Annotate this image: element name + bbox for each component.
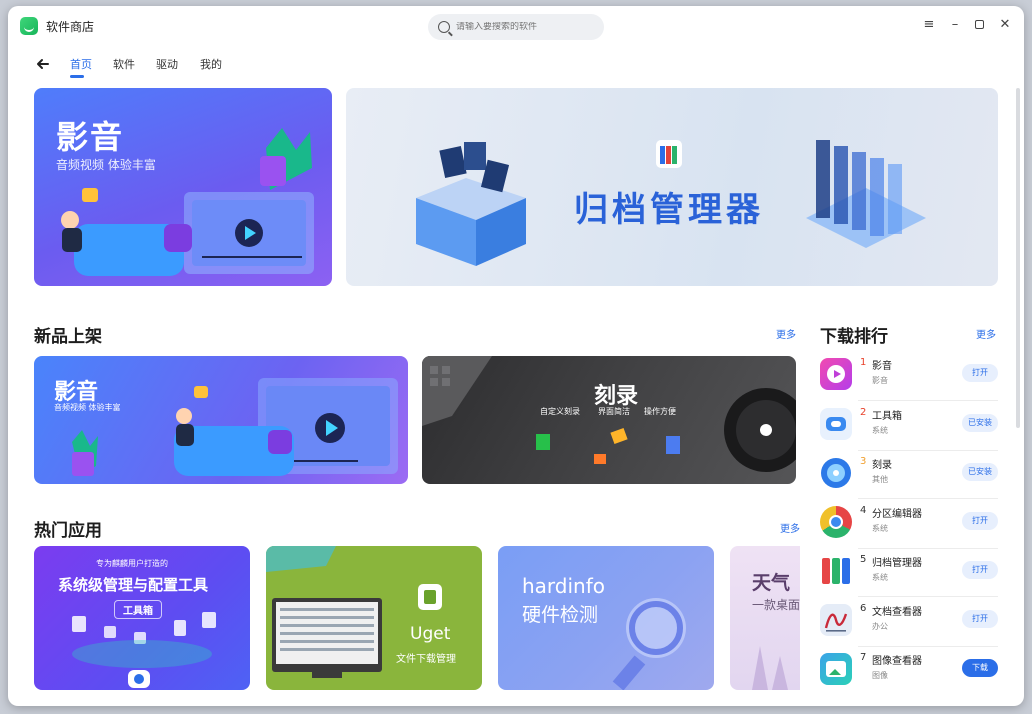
tab-mine[interactable]: 我的 <box>200 56 222 72</box>
ranking-app-category: 系统 <box>872 426 888 435</box>
title-bar: 软件商店 ≡ – ✕ <box>8 6 1024 46</box>
ranking-item[interactable]: 2 工具箱 系统 已安装 <box>820 404 1000 450</box>
search-box[interactable] <box>428 14 604 40</box>
hot-apps-more-link[interactable]: 更多 <box>780 520 800 535</box>
ranking-app-category: 办公 <box>872 622 888 631</box>
hot-card-hardinfo[interactable]: hardinfo 硬件检测 <box>498 546 714 690</box>
ranking-title: 下载排行 <box>820 327 888 347</box>
disc-burner-icon <box>820 457 852 489</box>
hot-apps-title: 热门应用 <box>34 521 102 541</box>
banner-archive-manager[interactable]: 归档管理器 <box>346 88 998 286</box>
installed-button[interactable]: 已安装 <box>962 463 998 481</box>
open-button[interactable]: 打开 <box>962 512 998 530</box>
ranking-item[interactable]: 1 影音 影音 打开 <box>820 354 1000 400</box>
media-player-icon <box>820 358 852 390</box>
divider <box>858 450 998 451</box>
divider <box>858 646 998 647</box>
new-card-burner-illustration <box>422 356 796 472</box>
ranking-item[interactable]: 6 文档查看器 办公 打开 <box>820 600 1000 646</box>
menu-icon[interactable]: ≡ <box>920 16 938 34</box>
banner-archive-title: 归档管理器 <box>574 190 764 230</box>
ranking-app-name: 归档管理器 <box>872 558 922 569</box>
download-button[interactable]: 下载 <box>962 659 998 677</box>
new-card-media[interactable]: 影音 音频视频 体验丰富 <box>34 356 408 484</box>
image-viewer-icon <box>820 653 852 685</box>
banner-media[interactable]: 影音 音频视频 体验丰富 <box>34 88 332 286</box>
ranking-number: 1 <box>860 357 867 368</box>
new-card-media-illustration <box>72 378 398 476</box>
weather-illustration <box>752 646 788 690</box>
hot-card-uget[interactable]: Uget 文件下载管理 <box>266 546 482 690</box>
maximize-icon[interactable] <box>970 16 988 34</box>
ranking-app-category: 其他 <box>872 475 888 484</box>
app-window: 软件商店 ≡ – ✕ 首页 软件 驱动 我的 影音 音频视频 体验丰富 <box>8 6 1024 706</box>
back-arrow-icon[interactable] <box>36 57 50 71</box>
archive-manager-icon <box>820 555 852 587</box>
ranking-app-category: 影音 <box>872 376 888 385</box>
ranking-item[interactable]: 5 归档管理器 系统 打开 <box>820 551 1000 597</box>
ranking-number: 3 <box>860 456 867 467</box>
active-tab-indicator <box>70 75 84 78</box>
open-button[interactable]: 打开 <box>962 561 998 579</box>
search-icon <box>438 21 450 33</box>
search-input[interactable] <box>456 22 596 32</box>
divider <box>858 498 998 499</box>
hot-card-weather[interactable]: 天气 一款桌面 <box>730 546 800 690</box>
open-button[interactable]: 打开 <box>962 364 998 382</box>
ranking-app-category: 系统 <box>872 573 888 582</box>
ranking-item[interactable]: 7 图像查看器 图像 下载 <box>820 649 1000 695</box>
installed-button[interactable]: 已安装 <box>962 414 998 432</box>
ranking-item[interactable]: 4 分区编辑器 系统 打开 <box>820 502 1000 548</box>
ranking-number: 7 <box>860 652 867 663</box>
ranking-item[interactable]: 3 刻录 其他 已安装 <box>820 453 1000 499</box>
ranking-app-name: 影音 <box>872 361 892 372</box>
partition-editor-icon <box>820 506 852 538</box>
ranking-app-category: 图像 <box>872 671 888 680</box>
ranking-number: 4 <box>860 505 867 516</box>
ranking-number: 2 <box>860 407 867 418</box>
tab-home[interactable]: 首页 <box>70 56 92 72</box>
ranking-number: 6 <box>860 603 867 614</box>
hot-card-hardinfo-subtitle: 硬件检测 <box>522 604 599 626</box>
toolbox-icon <box>820 408 852 440</box>
ranking-app-category: 系统 <box>872 524 888 533</box>
hot-card-uget-subtitle: 文件下载管理 <box>396 654 456 665</box>
document-viewer-icon <box>820 604 852 636</box>
ranking-app-name: 工具箱 <box>872 411 902 422</box>
tab-drivers[interactable]: 驱动 <box>156 56 178 72</box>
minimize-icon[interactable]: – <box>946 16 964 34</box>
divider <box>858 548 998 549</box>
uget-illustration <box>266 546 442 678</box>
close-icon[interactable]: ✕ <box>996 16 1014 34</box>
top-nav: 首页 软件 驱动 我的 <box>8 50 408 80</box>
new-releases-title: 新品上架 <box>34 327 102 347</box>
divider <box>858 596 998 597</box>
hot-card-uget-title: Uget <box>410 624 451 644</box>
ranking-app-name: 图像查看器 <box>872 656 922 667</box>
burner-feature-2: 界面简洁 <box>598 407 630 416</box>
scrollbar[interactable] <box>1016 88 1020 428</box>
app-title: 软件商店 <box>46 20 95 34</box>
open-button[interactable]: 打开 <box>962 610 998 628</box>
toolbox-illustration <box>72 612 216 688</box>
media-illustration <box>61 128 314 276</box>
ranking-number: 5 <box>860 554 867 565</box>
burner-feature-1: 自定义刻录 <box>540 407 580 416</box>
divider <box>858 400 998 401</box>
new-card-burner[interactable]: 刻录 自定义刻录 界面简洁 操作方便 <box>422 356 796 484</box>
ranking-app-name: 文档查看器 <box>872 607 922 618</box>
hot-card-toolbox[interactable]: 专为麒麟用户打造的 系统级管理与配置工具 工具箱 <box>34 546 250 690</box>
ranking-app-name: 刻录 <box>872 460 892 471</box>
new-releases-more-link[interactable]: 更多 <box>776 326 796 341</box>
ranking-app-name: 分区编辑器 <box>872 509 922 520</box>
burner-feature-3: 操作方便 <box>644 407 676 416</box>
ranking-more-link[interactable]: 更多 <box>976 326 996 341</box>
software-store-icon <box>20 17 38 35</box>
hot-card-hardinfo-title: hardinfo <box>522 574 606 598</box>
tab-software[interactable]: 软件 <box>113 56 135 72</box>
